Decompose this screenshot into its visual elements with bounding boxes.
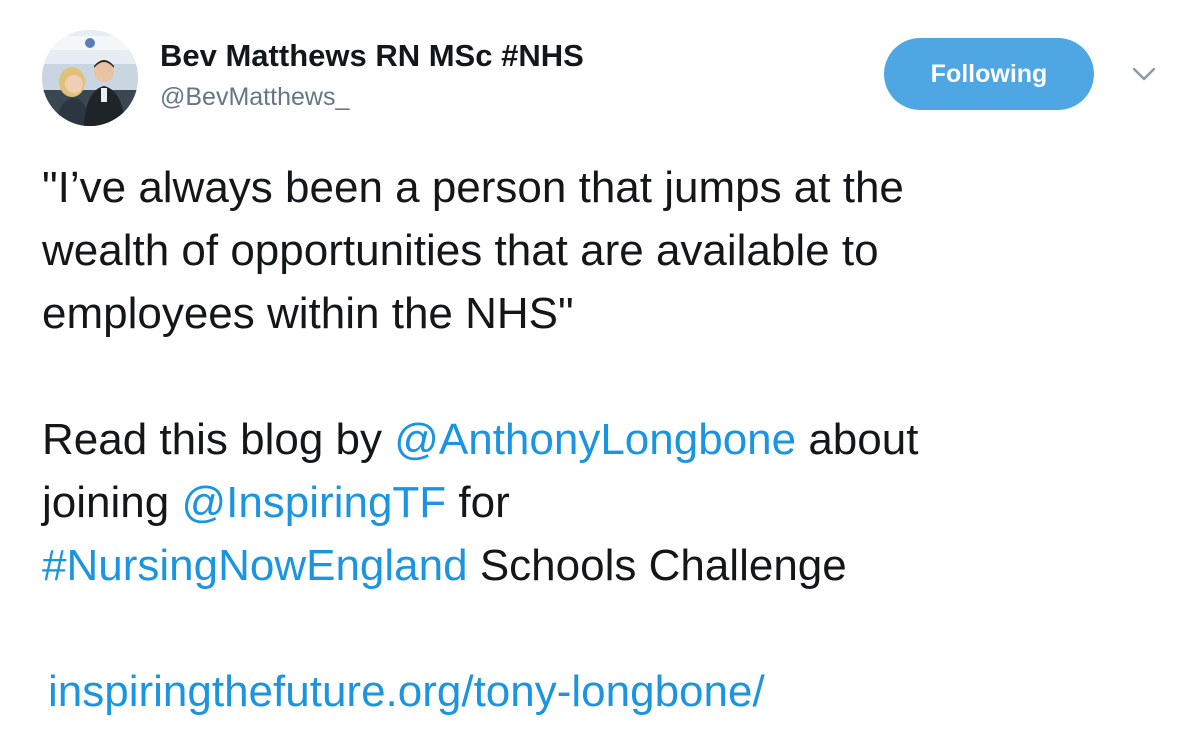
tweet-blog-paragraph: Read this blog by @AnthonyLongbone about… bbox=[42, 408, 1182, 597]
mention-inspiringtf-link[interactable]: @InspiringTF bbox=[181, 478, 446, 527]
tweet: Bev Matthews RN MSc #NHS @BevMatthews_ F… bbox=[0, 0, 1200, 742]
quote-line: wealth of opportunities that are availab… bbox=[42, 226, 879, 275]
mention-anthonylongbone-link[interactable]: @AnthonyLongbone bbox=[394, 415, 796, 464]
text-span: joining bbox=[42, 478, 182, 527]
author-screen-name[interactable]: @BevMatthews_ bbox=[160, 82, 584, 112]
author-names: Bev Matthews RN MSc #NHS @BevMatthews_ bbox=[160, 38, 584, 112]
tweet-header: Bev Matthews RN MSc #NHS @BevMatthews_ F… bbox=[42, 30, 1172, 130]
text-span: Schools Challenge bbox=[467, 541, 847, 590]
author-display-name[interactable]: Bev Matthews RN MSc #NHS bbox=[160, 38, 584, 74]
tweet-text: "I’ve always been a person that jumps at… bbox=[42, 156, 1182, 597]
text-span: about bbox=[796, 415, 919, 464]
chevron-down-icon bbox=[1132, 67, 1156, 81]
profile-photo-icon bbox=[42, 30, 138, 126]
following-button[interactable]: Following bbox=[884, 38, 1094, 110]
tweet-menu-button[interactable] bbox=[1128, 62, 1160, 86]
quote-line: employees within the NHS" bbox=[42, 289, 574, 338]
text-span: Read this blog by bbox=[42, 415, 395, 464]
blog-url-link[interactable]: inspiringthefuture.org/tony-longbone/ bbox=[48, 666, 765, 718]
tweet-quote: "I’ve always been a person that jumps at… bbox=[42, 156, 1182, 345]
hashtag-nursingnowengland-link[interactable]: #NursingNowEngland bbox=[42, 541, 468, 590]
avatar[interactable] bbox=[42, 30, 138, 126]
quote-line: "I’ve always been a person that jumps at… bbox=[42, 163, 904, 212]
text-span: for bbox=[446, 478, 510, 527]
